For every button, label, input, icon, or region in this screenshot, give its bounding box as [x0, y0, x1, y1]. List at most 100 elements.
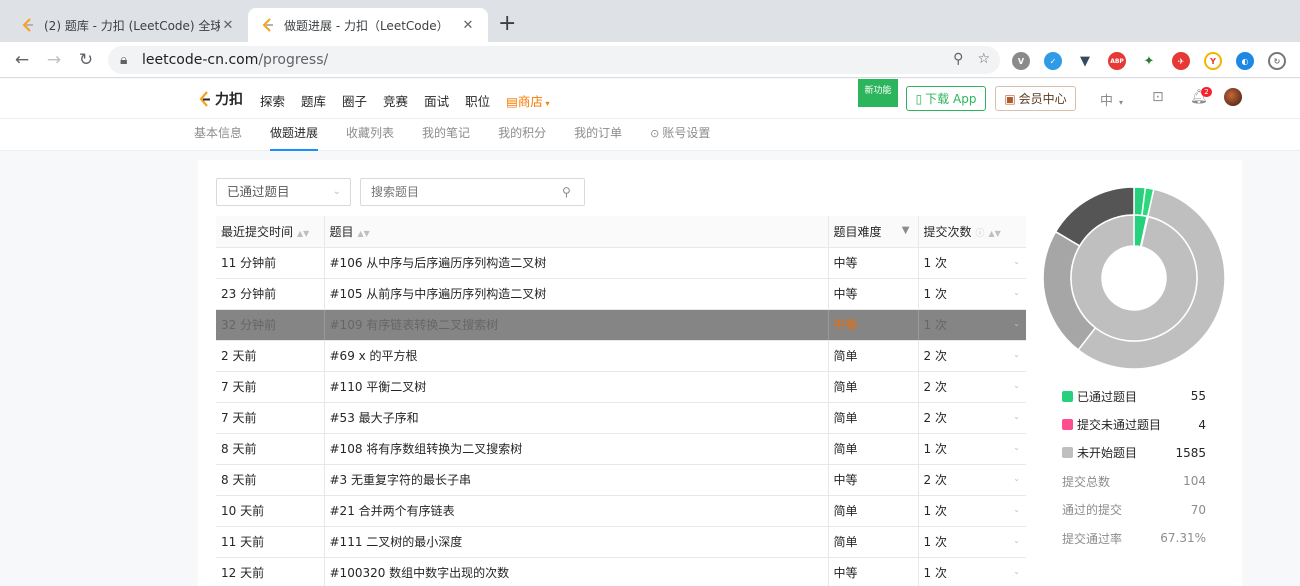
table-row[interactable]: 7 天前 #53 最大子序和 简单 2 次 ⌄ — [216, 402, 1026, 434]
browser-tab-progress[interactable]: 做题进展 - 力扣（LeetCode） ✕ — [248, 8, 488, 42]
filter-icon[interactable]: ▼ — [902, 225, 910, 236]
cell-submit-count[interactable]: 1 次 ⌄ — [918, 495, 1026, 527]
cell-problem-title[interactable]: #110 平衡二叉树 — [324, 371, 829, 403]
table-row[interactable]: 11 分钟前 #106 从中序与后序遍历序列构造二叉树 中等 1 次 ⌄ — [216, 247, 1026, 279]
back-icon[interactable]: ← — [12, 50, 32, 70]
cell-problem-title[interactable]: #53 最大子序和 — [324, 402, 829, 434]
cell-difficulty: 中等 — [828, 557, 919, 586]
chevron-down-icon[interactable]: ⌄ — [1013, 443, 1020, 452]
nav-contest[interactable]: 竞赛 — [383, 91, 408, 110]
subnav-basic-info[interactable]: 基本信息 — [194, 119, 242, 151]
subnav-points[interactable]: 我的积分 — [498, 119, 546, 151]
chevron-down-icon[interactable]: ⌄ — [1013, 350, 1020, 359]
column-header-difficulty[interactable]: 题目难度 ▼ — [828, 216, 919, 248]
subnav-notes[interactable]: 我的笔记 — [422, 119, 470, 151]
red-extension-icon[interactable]: ✈ — [1172, 52, 1190, 70]
cell-submit-count[interactable]: 2 次 ⌄ — [918, 402, 1026, 434]
cell-problem-title[interactable]: #109 有序链表转换二叉搜索树 — [324, 309, 829, 341]
status-filter-select[interactable]: 已通过题目 ⌄ — [216, 178, 351, 206]
sort-icon[interactable]: ▲▼ — [297, 229, 309, 238]
subnav-favorites[interactable]: 收藏列表 — [346, 119, 394, 151]
vee-extension-icon[interactable]: V — [1012, 52, 1030, 70]
cell-problem-title[interactable]: #111 二叉树的最小深度 — [324, 526, 829, 558]
download-app-button[interactable]: ▯ 下载 App — [906, 86, 986, 111]
cell-problem-title[interactable]: #21 合并两个有序链表 — [324, 495, 829, 527]
subnav-orders[interactable]: 我的订单 — [574, 119, 622, 151]
new-feature-badge[interactable]: 新功能 — [858, 79, 898, 107]
ginkgo-extension-icon[interactable]: ✦ — [1140, 52, 1158, 70]
chevron-down-icon[interactable]: ⌄ — [1013, 257, 1020, 266]
chevron-down-icon[interactable]: ⌄ — [1013, 412, 1020, 421]
vip-center-button[interactable]: ▣ 会员中心 — [995, 86, 1076, 111]
table-row[interactable]: 10 天前 #21 合并两个有序链表 简单 1 次 ⌄ — [216, 495, 1026, 527]
chevron-down-icon[interactable]: ⌄ — [1013, 381, 1020, 390]
chevron-down-icon[interactable]: ⌄ — [1013, 288, 1020, 297]
table-row[interactable]: 8 天前 #3 无重复字符的最长子串 中等 2 次 ⌄ — [216, 464, 1026, 496]
cell-problem-title[interactable]: #3 无重复字符的最长子串 — [324, 464, 829, 496]
forward-icon[interactable]: → — [44, 50, 64, 70]
column-header-title[interactable]: 题目 ▲▼ — [324, 216, 829, 248]
cell-submit-count[interactable]: 2 次 ⌄ — [918, 371, 1026, 403]
cell-submit-count[interactable]: 1 次 ⌄ — [918, 278, 1026, 310]
cell-problem-title[interactable]: #106 从中序与后序遍历序列构造二叉树 — [324, 247, 829, 279]
url-bar[interactable]: 🔒︎ leetcode-cn.com/progress/ ⚲ ☆ — [108, 46, 1000, 74]
zoom-icon[interactable]: ⚲ — [953, 51, 963, 67]
loader-extension-icon[interactable]: ↻ — [1268, 52, 1286, 70]
cell-problem-title[interactable]: #100320 数组中数字出现的次数 — [324, 557, 829, 586]
table-row[interactable]: 11 天前 #111 二叉树的最小深度 简单 1 次 ⌄ — [216, 526, 1026, 558]
cell-submit-count[interactable]: 1 次 ⌄ — [918, 557, 1026, 586]
bookmark-star-icon[interactable]: ☆ — [977, 51, 990, 67]
cell-problem-title[interactable]: #69 x 的平方根 — [324, 340, 829, 372]
chevron-down-icon[interactable]: ⌄ — [1013, 319, 1020, 328]
nav-circle[interactable]: 圈子 — [342, 91, 367, 110]
tab-close-icon[interactable]: ✕ — [220, 18, 236, 33]
cell-submit-count[interactable]: 1 次 ⌄ — [918, 433, 1026, 465]
globe-extension-icon[interactable]: ◐ — [1236, 52, 1254, 70]
table-row[interactable]: 23 分钟前 #105 从前序与中序遍历序列构造二叉树 中等 1 次 ⌄ — [216, 278, 1026, 310]
inner-ring-slice-2[interactable] — [1070, 214, 1198, 342]
playground-icon[interactable]: ⊡ — [1152, 89, 1164, 105]
user-avatar[interactable] — [1224, 88, 1242, 106]
sort-icon[interactable]: ▲▼ — [989, 229, 1001, 238]
translate-extension-icon[interactable]: ✓ — [1044, 52, 1062, 70]
table-row[interactable]: 2 天前 #69 x 的平方根 简单 2 次 ⌄ — [216, 340, 1026, 372]
cell-submit-count[interactable]: 1 次 ⌄ — [918, 247, 1026, 279]
nav-interview[interactable]: 面试 — [424, 91, 449, 110]
nav-problemset[interactable]: 题库 — [301, 91, 326, 110]
vue-devtools-icon[interactable]: ▼ — [1076, 52, 1094, 70]
search-input[interactable] — [360, 178, 585, 206]
cell-submit-count[interactable]: 1 次 ⌄ — [918, 526, 1026, 558]
help-icon[interactable]: ⓘ — [976, 229, 985, 239]
table-row[interactable]: 32 分钟前 #109 有序链表转换二叉搜索树 中等 1 次 ⌄ — [216, 309, 1026, 341]
tab-close-icon[interactable]: ✕ — [460, 18, 476, 33]
leetcode-logo[interactable]: 力扣 — [198, 89, 243, 109]
browser-tab-problemset[interactable]: (2) 题库 - 力扣 (LeetCode) 全球 ✕ — [8, 8, 248, 42]
language-switch[interactable]: 中 ▾ — [1100, 90, 1123, 109]
search-icon[interactable]: ⚲ — [562, 185, 571, 199]
new-tab-icon[interactable]: + — [498, 13, 516, 35]
chevron-down-icon[interactable]: ⌄ — [1013, 567, 1020, 576]
reload-icon[interactable]: ↻ — [76, 50, 96, 70]
adblock-icon[interactable]: ABP — [1108, 52, 1126, 70]
sort-icon[interactable]: ▲▼ — [358, 229, 370, 238]
cell-submit-count[interactable]: 2 次 ⌄ — [918, 464, 1026, 496]
nav-jobs[interactable]: 职位 — [465, 91, 490, 110]
cell-problem-title[interactable]: #108 将有序数组转换为二叉搜索树 — [324, 433, 829, 465]
chevron-down-icon[interactable]: ⌄ — [1013, 505, 1020, 514]
table-row[interactable]: 8 天前 #108 将有序数组转换为二叉搜索树 简单 1 次 ⌄ — [216, 433, 1026, 465]
cell-difficulty: 简单 — [828, 526, 919, 558]
subnav-progress[interactable]: 做题进展 — [270, 119, 319, 151]
subnav-account-settings[interactable]: ⊙ 账号设置 — [650, 119, 710, 151]
cell-submit-count[interactable]: 1 次 ⌄ — [918, 309, 1026, 341]
yoyo-extension-icon[interactable]: Y — [1204, 52, 1222, 70]
table-row[interactable]: 7 天前 #110 平衡二叉树 简单 2 次 ⌄ — [216, 371, 1026, 403]
chevron-down-icon[interactable]: ⌄ — [1013, 536, 1020, 545]
nav-explore[interactable]: 探索 — [260, 91, 285, 110]
cell-submit-count[interactable]: 2 次 ⌄ — [918, 340, 1026, 372]
chevron-down-icon[interactable]: ⌄ — [1013, 474, 1020, 483]
table-row[interactable]: 12 天前 #100320 数组中数字出现的次数 中等 1 次 ⌄ — [216, 557, 1026, 586]
cell-problem-title[interactable]: #105 从前序与中序遍历序列构造二叉树 — [324, 278, 829, 310]
column-header-time[interactable]: 最近提交时间 ▲▼ — [216, 216, 325, 248]
column-header-count[interactable]: 提交次数 ⓘ ▲▼ — [918, 216, 1026, 248]
nav-shop[interactable]: ▤商店 ▾ — [506, 91, 549, 110]
